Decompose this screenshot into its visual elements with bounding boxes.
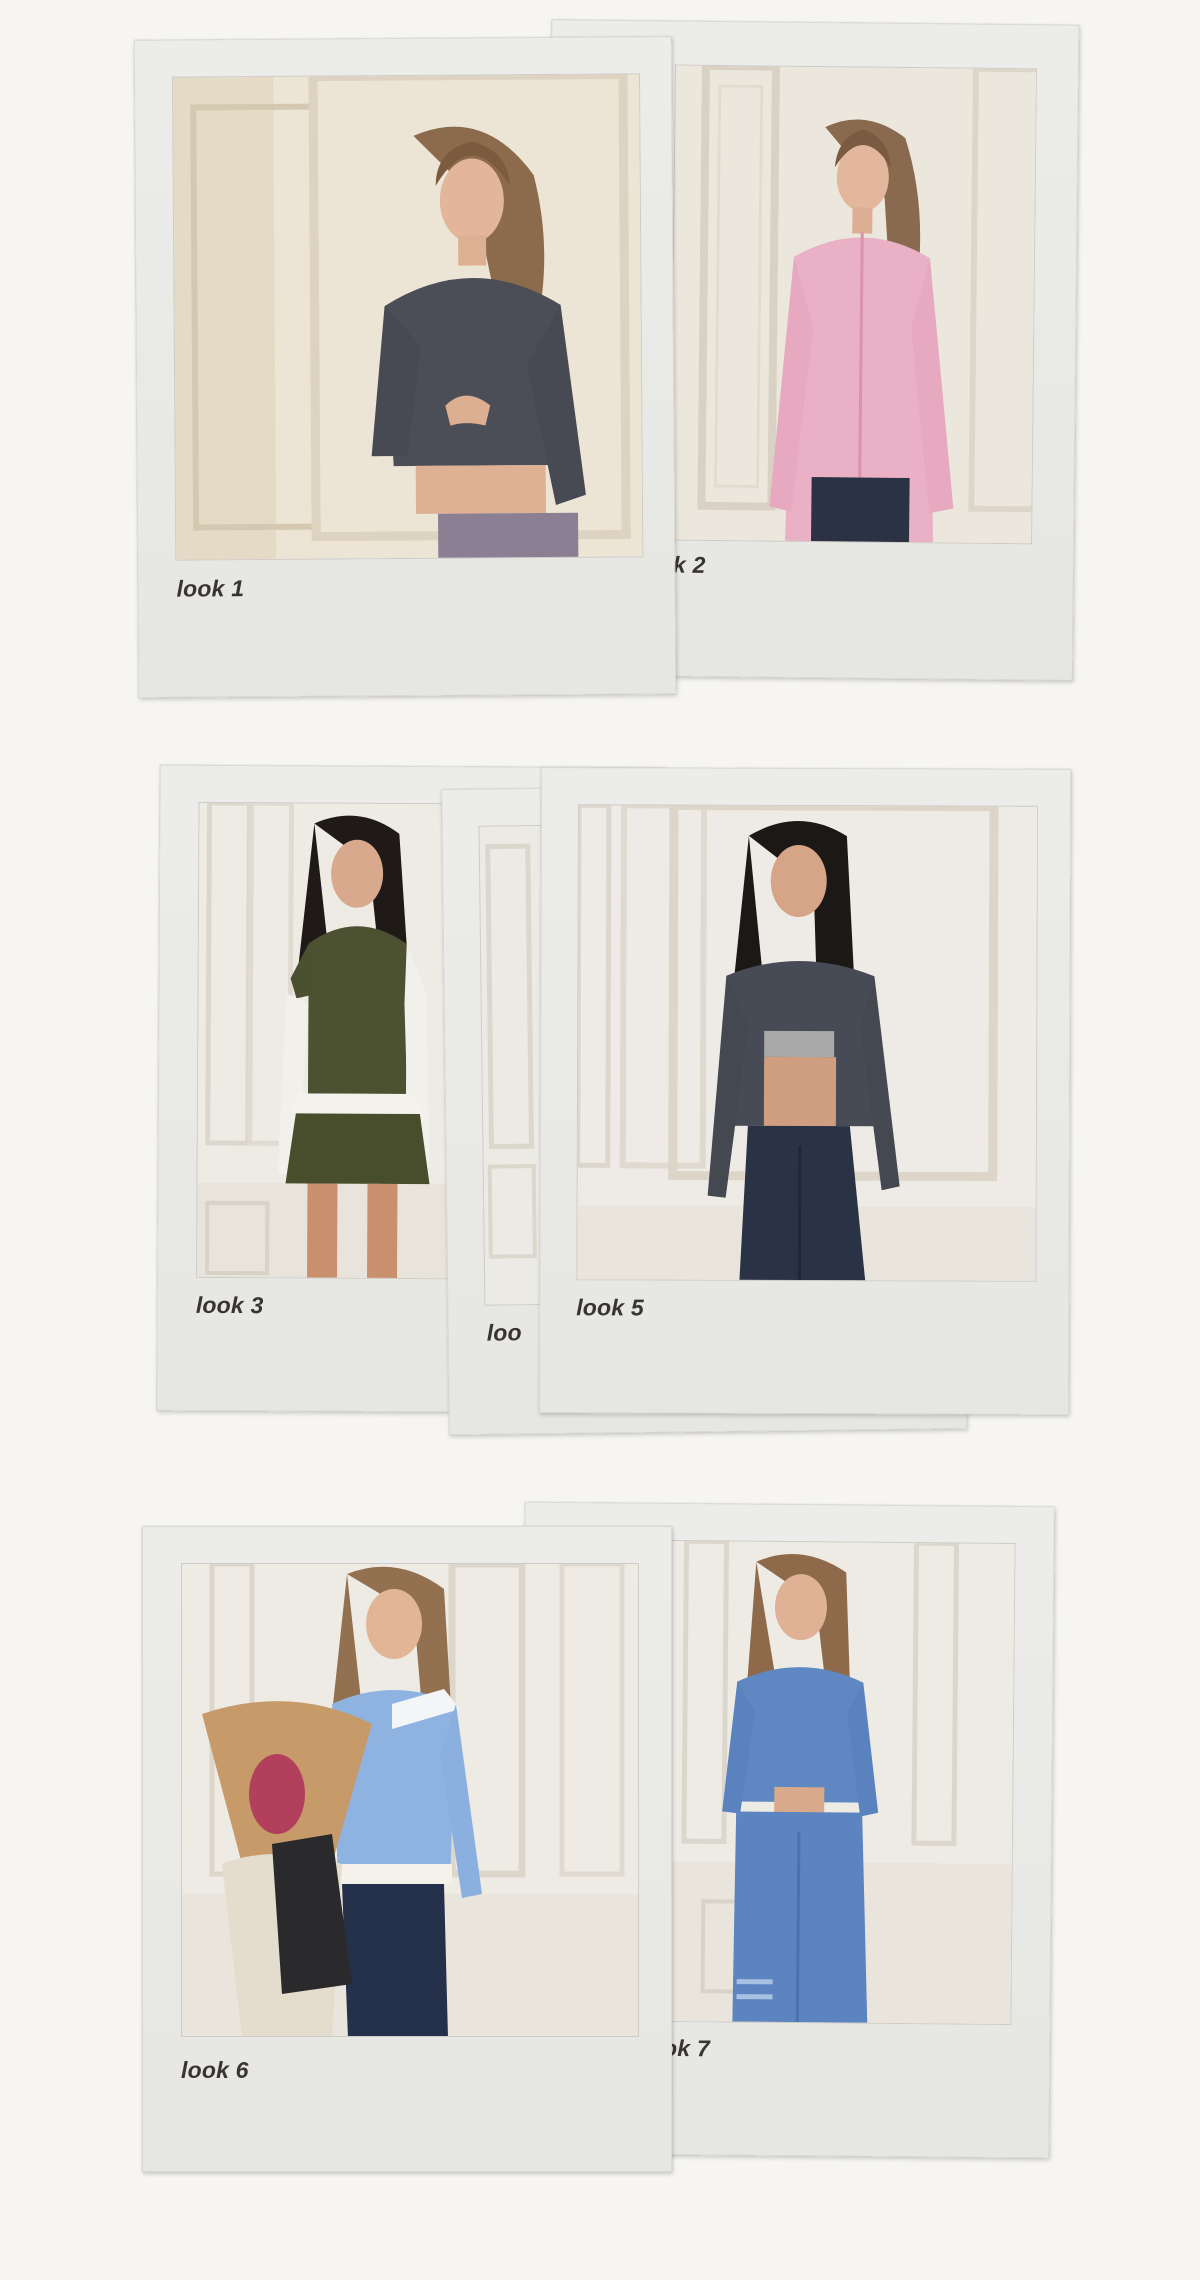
polaroid-card-look-5[interactable]: look 5 [538, 767, 1072, 1415]
caption-look-3: look 3 [195, 1291, 264, 1319]
lookbook-page: ok 2 look 1 look 3 loo look 5 ok 7 look … [0, 0, 1200, 2280]
photo-look-6 [181, 1563, 639, 2037]
caption-look-6: look 6 [181, 2057, 249, 2083]
polaroid-card-look-1[interactable]: look 1 [133, 36, 677, 698]
photo-look-2 [669, 64, 1037, 545]
photo-look-5 [576, 804, 1038, 1282]
photo-look-7 [661, 1539, 1016, 2025]
caption-look-5: look 5 [576, 1294, 644, 1321]
polaroid-card-look-6[interactable]: look 6 [142, 1526, 672, 2172]
photo-look-1 [171, 73, 644, 561]
caption-look-4: loo [486, 1319, 522, 1346]
caption-look-1: look 1 [176, 575, 245, 602]
